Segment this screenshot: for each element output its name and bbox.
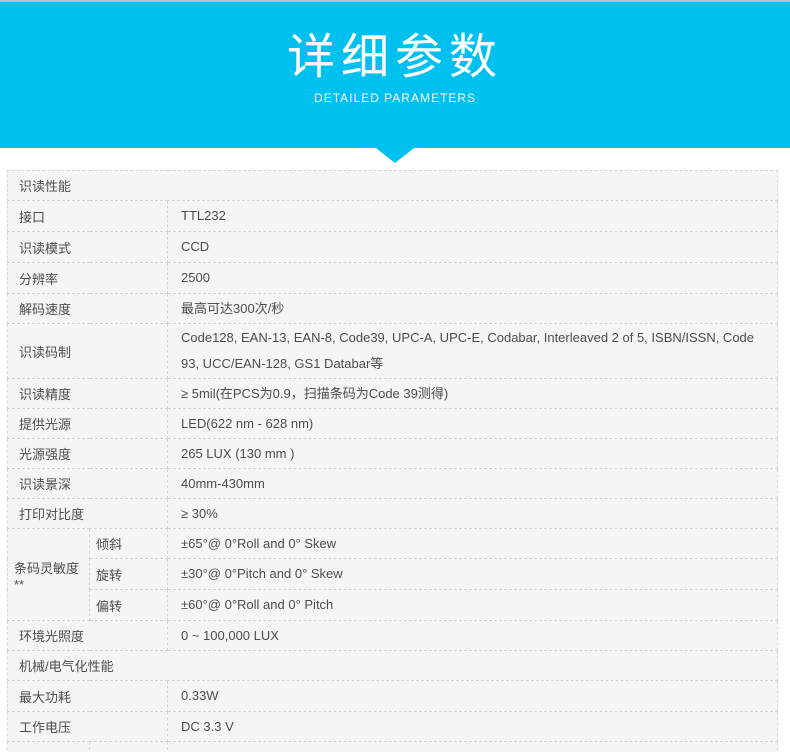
spec-label: 提供光源 [8,409,168,439]
section-row: 机械/电气化性能 [8,651,778,681]
table-row: 识读码制 Code128, EAN-13, EAN-8, Code39, UPC… [8,324,778,379]
spec-value: 最高可达300次/秒 [168,294,778,324]
section-title: 机械/电气化性能 [8,651,778,681]
table-row: 解码速度 最高可达300次/秒 [8,294,778,324]
spec-label: 识读码制 [8,324,168,379]
table-row: 环境光照度 0 ~ 100,000 LUX [8,621,778,651]
table-row-grouped: 偏转 ±60°@ 0°Roll and 0° Pitch [8,590,778,621]
spec-label: 工作电压 [8,712,168,742]
table-row: 打印对比度 ≥ 30% [8,499,778,529]
spec-group-label [8,742,90,752]
spec-value: 2500 [168,263,778,294]
spec-value: TTL232 [168,201,778,232]
spec-value: ±60°@ 0°Roll and 0° Pitch [168,590,778,621]
spec-value: 0.33W [168,681,778,712]
table-row: 识读模式 CCD [8,232,778,263]
spec-value: LED(622 nm - 628 nm) [168,409,778,439]
spec-value: ≥ 5mil(在PCS为0.9，扫描条码为Code 39测得) [168,379,778,409]
spec-group-label: 条码灵敏度** [8,529,90,621]
table-row: 提供光源 LED(622 nm - 628 nm) [8,409,778,439]
spec-value: ±65°@ 0°Roll and 0° Skew [168,529,778,559]
spec-label: 最大功耗 [8,681,168,712]
table-row: 识读景深 40mm-430mm [8,469,778,499]
spec-label: 解码速度 [8,294,168,324]
spec-label: 环境光照度 [8,621,168,651]
spec-label: 打印对比度 [8,499,168,529]
spec-sub-label [90,742,168,752]
spec-label: 识读模式 [8,232,168,263]
banner-subtitle: DETAILED PARAMETERS [0,91,790,105]
table-row-partial [8,742,778,752]
detail-parameters-banner: 详细参数 DETAILED PARAMETERS [0,2,790,148]
spec-value: 40mm-430mm [168,469,778,499]
spec-label: 分辨率 [8,263,168,294]
spec-value: ≥ 30% [168,499,778,529]
table-row: 分辨率 2500 [8,263,778,294]
section-row: 识读性能 [8,171,778,201]
spec-sub-label: 倾斜 [90,529,168,559]
spec-sub-label: 偏转 [90,590,168,621]
spec-value [168,742,778,752]
spec-value: 0 ~ 100,000 LUX [168,621,778,651]
banner-arrow-down [376,148,414,163]
spec-value: Code128, EAN-13, EAN-8, Code39, UPC-A, U… [168,324,778,379]
spec-label: 接口 [8,201,168,232]
spec-value: 265 LUX (130 mm ) [168,439,778,469]
spec-label: 光源强度 [8,439,168,469]
spec-table: 识读性能 接口 TTL232 识读模式 CCD 分辨率 2500 解码速度 最高… [7,170,778,752]
spec-value: DC 3.3 V [168,712,778,742]
table-row: 最大功耗 0.33W [8,681,778,712]
table-row: 光源强度 265 LUX (130 mm ) [8,439,778,469]
section-title: 识读性能 [8,171,778,201]
table-row-grouped: 条码灵敏度** 倾斜 ±65°@ 0°Roll and 0° Skew [8,529,778,559]
spec-label: 识读景深 [8,469,168,499]
table-row: 工作电压 DC 3.3 V [8,712,778,742]
spec-table-container: 识读性能 接口 TTL232 识读模式 CCD 分辨率 2500 解码速度 最高… [7,170,790,752]
spec-sub-label: 旋转 [90,559,168,590]
table-row: 接口 TTL232 [8,201,778,232]
banner-title: 详细参数 [0,2,790,84]
spec-value: ±30°@ 0°Pitch and 0° Skew [168,559,778,590]
spec-value: CCD [168,232,778,263]
table-row: 识读精度 ≥ 5mil(在PCS为0.9，扫描条码为Code 39测得) [8,379,778,409]
spec-label: 识读精度 [8,379,168,409]
table-row-grouped: 旋转 ±30°@ 0°Pitch and 0° Skew [8,559,778,590]
